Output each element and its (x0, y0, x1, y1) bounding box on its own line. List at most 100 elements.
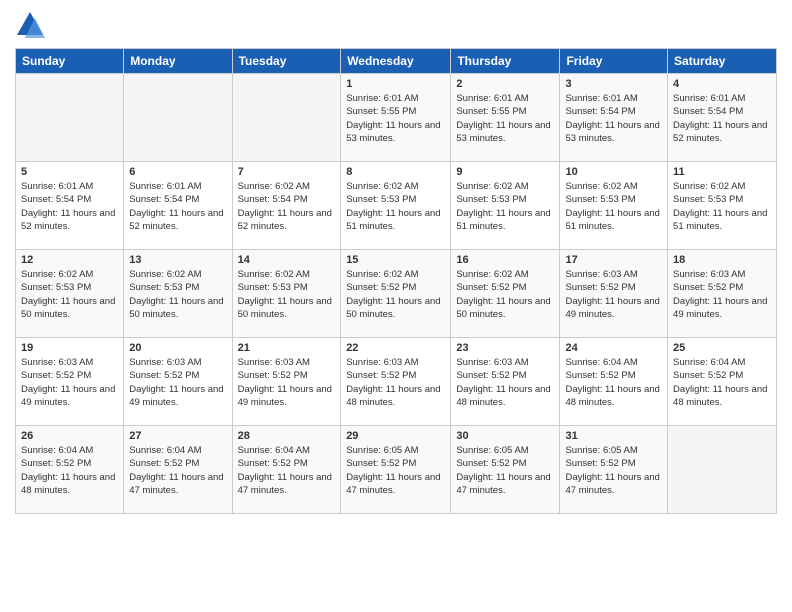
calendar-week-4: 26 Sunrise: 6:04 AM Sunset: 5:52 PM Dayli… (16, 426, 777, 514)
day-number: 29 (346, 430, 445, 442)
day-number: 31 (565, 430, 662, 442)
day-info: Sunrise: 6:04 AM Sunset: 5:52 PM Dayligh… (673, 356, 771, 409)
day-info: Sunrise: 6:01 AM Sunset: 5:54 PM Dayligh… (565, 92, 662, 145)
calendar-cell (16, 74, 124, 162)
day-number: 16 (456, 254, 554, 266)
day-number: 3 (565, 78, 662, 90)
day-info: Sunrise: 6:03 AM Sunset: 5:52 PM Dayligh… (346, 356, 445, 409)
day-number: 25 (673, 342, 771, 354)
day-info: Sunrise: 6:02 AM Sunset: 5:52 PM Dayligh… (456, 268, 554, 321)
weekday-header-tuesday: Tuesday (232, 49, 341, 74)
day-number: 10 (565, 166, 662, 178)
calendar-cell: 6Sunrise: 6:01 AM Sunset: 5:54 PM Daylig… (124, 162, 232, 250)
weekday-header-saturday: Saturday (668, 49, 777, 74)
day-info: Sunrise: 6:04 AM Sunset: 5:52 PM Dayligh… (238, 444, 336, 497)
calendar-header: SundayMondayTuesdayWednesdayThursdayFrid… (16, 49, 777, 74)
day-info: Sunrise: 6:02 AM Sunset: 5:53 PM Dayligh… (21, 268, 118, 321)
calendar-cell: 23 Sunrise: 6:03 AM Sunset: 5:52 PM Dayli… (451, 338, 560, 426)
day-number: 26 (21, 430, 118, 442)
calendar-cell (668, 426, 777, 514)
calendar-cell: 4 Sunrise: 6:01 AM Sunset: 5:54 PM Daylig… (668, 74, 777, 162)
day-number: 9 (456, 166, 554, 178)
calendar-cell (232, 74, 341, 162)
day-number: 7 (238, 166, 336, 178)
day-number: 23 (456, 342, 554, 354)
calendar-cell: 21 Sunrise: 6:03 AM Sunset: 5:52 PM Dayli… (232, 338, 341, 426)
calendar-table: SundayMondayTuesdayWednesdayThursdayFrid… (15, 48, 777, 514)
day-number: 8 (346, 166, 445, 178)
day-number: 24 (565, 342, 662, 354)
day-info: Sunrise: 6:01 AM Sunset: 5:54 PM Dayligh… (673, 92, 771, 145)
day-info: Sunrise: 6:03 AM Sunset: 5:52 PM Dayligh… (673, 268, 771, 321)
day-number: 20 (129, 342, 226, 354)
weekday-header-monday: Monday (124, 49, 232, 74)
day-number: 12 (21, 254, 118, 266)
day-info: Sunrise: 6:04 AM Sunset: 5:52 PM Dayligh… (21, 444, 118, 497)
day-number: 19 (21, 342, 118, 354)
day-number: 18 (673, 254, 771, 266)
calendar-cell: 30Sunrise: 6:05 AM Sunset: 5:52 PM Dayli… (451, 426, 560, 514)
day-info: Sunrise: 6:02 AM Sunset: 5:53 PM Dayligh… (456, 180, 554, 233)
calendar-cell: 13 Sunrise: 6:02 AM Sunset: 5:53 PM Dayli… (124, 250, 232, 338)
calendar-cell: 9 Sunrise: 6:02 AM Sunset: 5:53 PM Daylig… (451, 162, 560, 250)
day-info: Sunrise: 6:01 AM Sunset: 5:55 PM Dayligh… (456, 92, 554, 145)
day-info: Sunrise: 6:03 AM Sunset: 5:52 PM Dayligh… (456, 356, 554, 409)
calendar-cell: 14Sunrise: 6:02 AM Sunset: 5:53 PM Dayli… (232, 250, 341, 338)
day-info: Sunrise: 6:03 AM Sunset: 5:52 PM Dayligh… (238, 356, 336, 409)
weekday-header-thursday: Thursday (451, 49, 560, 74)
weekday-row: SundayMondayTuesdayWednesdayThursdayFrid… (16, 49, 777, 74)
day-number: 11 (673, 166, 771, 178)
day-info: Sunrise: 6:05 AM Sunset: 5:52 PM Dayligh… (456, 444, 554, 497)
calendar-week-2: 12 Sunrise: 6:02 AM Sunset: 5:53 PM Dayli… (16, 250, 777, 338)
calendar-cell: 27Sunrise: 6:04 AM Sunset: 5:52 PM Dayli… (124, 426, 232, 514)
day-info: Sunrise: 6:02 AM Sunset: 5:52 PM Dayligh… (346, 268, 445, 321)
calendar-cell: 12 Sunrise: 6:02 AM Sunset: 5:53 PM Dayli… (16, 250, 124, 338)
day-number: 5 (21, 166, 118, 178)
day-info: Sunrise: 6:03 AM Sunset: 5:52 PM Dayligh… (129, 356, 226, 409)
calendar-cell: 5 Sunrise: 6:01 AM Sunset: 5:54 PM Daylig… (16, 162, 124, 250)
calendar-cell: 18 Sunrise: 6:03 AM Sunset: 5:52 PM Dayli… (668, 250, 777, 338)
calendar-cell: 15 Sunrise: 6:02 AM Sunset: 5:52 PM Dayli… (341, 250, 451, 338)
page: SundayMondayTuesdayWednesdayThursdayFrid… (0, 0, 792, 612)
day-info: Sunrise: 6:02 AM Sunset: 5:54 PM Dayligh… (238, 180, 336, 233)
calendar-cell: 22 Sunrise: 6:03 AM Sunset: 5:52 PM Dayli… (341, 338, 451, 426)
calendar-week-1: 5 Sunrise: 6:01 AM Sunset: 5:54 PM Daylig… (16, 162, 777, 250)
day-info: Sunrise: 6:02 AM Sunset: 5:53 PM Dayligh… (673, 180, 771, 233)
day-info: Sunrise: 6:03 AM Sunset: 5:52 PM Dayligh… (565, 268, 662, 321)
day-number: 21 (238, 342, 336, 354)
logo (15, 10, 49, 40)
calendar-cell (124, 74, 232, 162)
calendar-cell: 3 Sunrise: 6:01 AM Sunset: 5:54 PM Daylig… (560, 74, 668, 162)
day-number: 1 (346, 78, 445, 90)
calendar-cell: 11 Sunrise: 6:02 AM Sunset: 5:53 PM Dayli… (668, 162, 777, 250)
day-info: Sunrise: 6:04 AM Sunset: 5:52 PM Dayligh… (129, 444, 226, 497)
weekday-header-sunday: Sunday (16, 49, 124, 74)
calendar-cell: 19 Sunrise: 6:03 AM Sunset: 5:52 PM Dayli… (16, 338, 124, 426)
day-info: Sunrise: 6:03 AM Sunset: 5:52 PM Dayligh… (21, 356, 118, 409)
calendar-cell: 20 Sunrise: 6:03 AM Sunset: 5:52 PM Dayli… (124, 338, 232, 426)
day-info: Sunrise: 6:02 AM Sunset: 5:53 PM Dayligh… (129, 268, 226, 321)
day-info: Sunrise: 6:01 AM Sunset: 5:54 PM Dayligh… (129, 180, 226, 233)
calendar-cell: 28 Sunrise: 6:04 AM Sunset: 5:52 PM Dayli… (232, 426, 341, 514)
calendar-cell: 2Sunrise: 6:01 AM Sunset: 5:55 PM Daylig… (451, 74, 560, 162)
weekday-header-friday: Friday (560, 49, 668, 74)
day-number: 28 (238, 430, 336, 442)
calendar-cell: 1 Sunrise: 6:01 AM Sunset: 5:55 PM Daylig… (341, 74, 451, 162)
calendar-week-0: 1 Sunrise: 6:01 AM Sunset: 5:55 PM Daylig… (16, 74, 777, 162)
day-number: 14 (238, 254, 336, 266)
calendar-cell: 25 Sunrise: 6:04 AM Sunset: 5:52 PM Dayli… (668, 338, 777, 426)
day-number: 17 (565, 254, 662, 266)
day-number: 4 (673, 78, 771, 90)
day-number: 15 (346, 254, 445, 266)
logo-icon (15, 10, 45, 40)
header (15, 10, 777, 40)
day-info: Sunrise: 6:01 AM Sunset: 5:54 PM Dayligh… (21, 180, 118, 233)
weekday-header-wednesday: Wednesday (341, 49, 451, 74)
calendar-week-3: 19 Sunrise: 6:03 AM Sunset: 5:52 PM Dayli… (16, 338, 777, 426)
calendar-cell: 16 Sunrise: 6:02 AM Sunset: 5:52 PM Dayli… (451, 250, 560, 338)
calendar-body: 1 Sunrise: 6:01 AM Sunset: 5:55 PM Daylig… (16, 74, 777, 514)
day-number: 22 (346, 342, 445, 354)
day-info: Sunrise: 6:02 AM Sunset: 5:53 PM Dayligh… (346, 180, 445, 233)
day-number: 13 (129, 254, 226, 266)
day-info: Sunrise: 6:01 AM Sunset: 5:55 PM Dayligh… (346, 92, 445, 145)
